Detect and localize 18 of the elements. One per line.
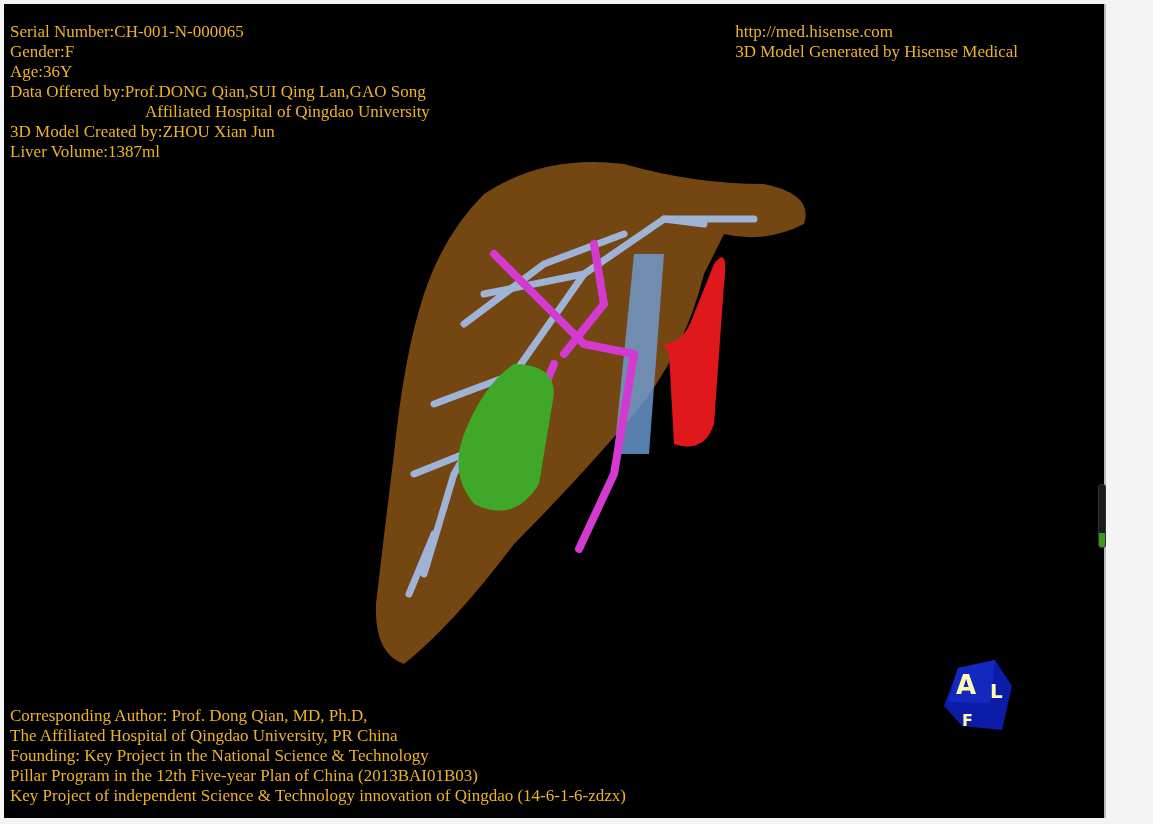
info-text: Corresponding Author: Prof. Dong Qian, MD, Ph.D, xyxy=(10,706,368,726)
info-text: Serial Number:CH-001-N-000065 xyxy=(10,22,244,42)
3d-viewport[interactable] xyxy=(4,4,1106,818)
info-text: Key Project of independent Science & Technology innovation of Qingdao (14-6-1-6-zdzx) xyxy=(10,786,626,806)
info-text: Age:36Y xyxy=(10,62,73,82)
info-text: The Affiliated Hospital of Qingdao University, PR China xyxy=(10,726,398,746)
info-text: Affiliated Hospital of Qingdao University xyxy=(145,102,430,122)
info-text: Gender:F xyxy=(10,42,75,62)
info-text: Pillar Program in the 12th Five-year Plan of China (2013BAI01B03) xyxy=(10,766,478,786)
info-text: Liver Volume:1387ml xyxy=(10,142,160,162)
info-text: Founding: Key Project in the National Science & Technology xyxy=(10,746,429,766)
cube-face-label: F xyxy=(962,711,973,730)
info-text: Data Offered by:Prof.DONG Qian,SUI Qing Lan,GAO Song xyxy=(10,82,426,102)
info-text: http://med.hisense.com xyxy=(735,22,893,42)
info-text: 3D Model Created by:ZHOU Xian Jun xyxy=(10,122,275,142)
cube-face-label: A xyxy=(956,670,977,700)
info-text: 3D Model Generated by Hisense Medical xyxy=(735,42,1018,62)
cube-face-label: L xyxy=(990,679,1003,703)
